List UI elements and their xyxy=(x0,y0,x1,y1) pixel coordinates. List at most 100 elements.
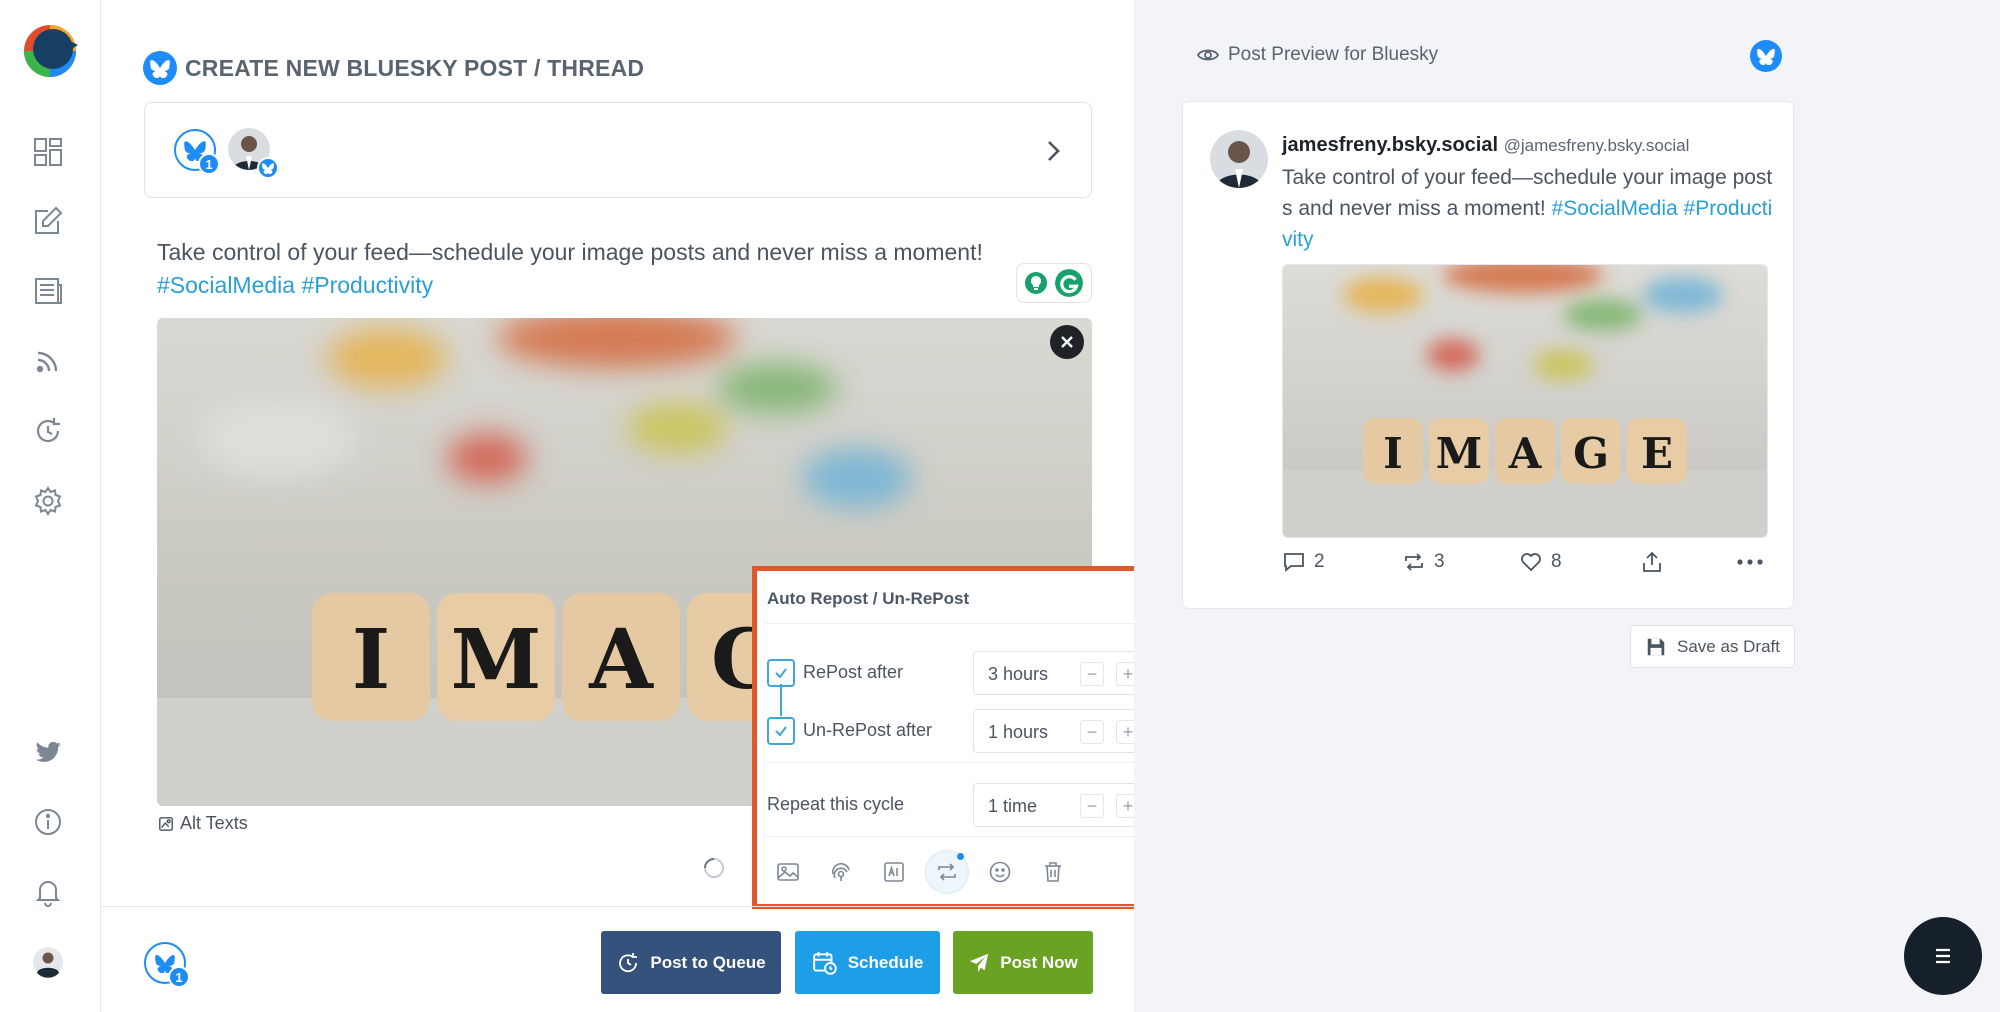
repost-after-row: RePost after 3 hours − + xyxy=(767,649,1163,695)
rss-icon[interactable] xyxy=(30,343,66,379)
repost-count: 3 xyxy=(1434,551,1445,572)
sidebar xyxy=(0,0,101,1012)
save-as-draft-button[interactable]: Save as Draft xyxy=(1630,625,1795,668)
post-to-queue-button[interactable]: Post to Queue xyxy=(601,931,781,994)
preview-header: Post Preview for Bluesky xyxy=(1196,43,1438,67)
repost-after-label: RePost after xyxy=(803,662,904,682)
bell-icon[interactable] xyxy=(30,874,66,910)
preview-text: Take control of your feed—schedule your … xyxy=(1282,162,1774,255)
svg-text:M: M xyxy=(451,612,542,708)
send-icon xyxy=(970,953,989,972)
preview-panel: Post Preview for Bluesky jamesfreny.bsky… xyxy=(1134,0,2000,1012)
posts-icon[interactable] xyxy=(30,273,66,309)
post-text-main: Take control of your feed—schedule your … xyxy=(157,239,983,265)
unrepost-after-label: Un-RePost after xyxy=(803,720,933,740)
settings-icon[interactable] xyxy=(30,483,66,519)
unrepost-after-value[interactable]: 1 hours xyxy=(988,722,1048,743)
auto-repost-title: Auto Repost / Un-RePost xyxy=(767,589,970,608)
repost-after-value[interactable]: 3 hours xyxy=(988,664,1048,685)
unrepost-after-stepper[interactable]: 1 hours − + xyxy=(973,709,1157,753)
eye-icon xyxy=(1196,49,1220,61)
preview-author: jamesfreny.bsky.social @jamesfreny.bsky.… xyxy=(1282,134,1689,157)
more-action[interactable] xyxy=(1736,550,1764,574)
repeat-cycle-value[interactable]: 1 time xyxy=(988,796,1037,817)
share-action[interactable] xyxy=(1640,550,1664,574)
preview-title: Post Preview for Bluesky xyxy=(1228,44,1439,65)
emoji-icon[interactable] xyxy=(973,847,1026,897)
page-title: CREATE NEW BLUESKY POST / THREAD xyxy=(185,54,645,81)
reply-action[interactable]: 2 xyxy=(1282,550,1325,574)
bluesky-badge-icon xyxy=(257,157,279,179)
reply-icon xyxy=(1284,553,1304,572)
user-avatar[interactable] xyxy=(30,944,66,980)
unrepost-after-checkbox[interactable] xyxy=(767,717,795,745)
alt-texts-label: Alt Texts xyxy=(180,813,248,833)
queue-icon xyxy=(619,952,638,972)
footer-divider xyxy=(101,906,1134,907)
svg-text:A: A xyxy=(1508,429,1543,478)
compose-icon[interactable] xyxy=(30,203,66,239)
remove-image-button[interactable] xyxy=(1050,325,1084,359)
repeat-cycle-stepper[interactable]: 1 time − + xyxy=(973,783,1157,827)
floppy-icon xyxy=(1647,638,1665,655)
composer-toolbar-highlighted xyxy=(761,847,1079,897)
writing-assistant[interactable] xyxy=(1016,263,1092,303)
app-logo[interactable] xyxy=(18,19,78,83)
post-text-editor[interactable]: Take control of your feed—schedule your … xyxy=(157,236,1037,302)
chevron-right-icon[interactable] xyxy=(1039,137,1067,165)
repeat-cycle-label: Repeat this cycle xyxy=(767,794,905,814)
lightbulb-icon xyxy=(1025,272,1047,294)
repost-action[interactable]: 3 xyxy=(1402,550,1445,574)
share-icon xyxy=(1643,551,1661,572)
post-now-button[interactable]: Post Now xyxy=(953,931,1093,994)
svg-text:E: E xyxy=(1641,429,1673,478)
svg-text:M: M xyxy=(1436,429,1483,478)
reply-count: 2 xyxy=(1314,551,1325,572)
svg-text:I: I xyxy=(352,612,390,708)
decrement-button[interactable]: − xyxy=(1080,720,1104,744)
selected-count-badge: 1 xyxy=(198,153,220,175)
repost-icon xyxy=(1405,553,1423,571)
ai-text-icon[interactable] xyxy=(867,847,920,897)
post-now-label: Post Now xyxy=(1000,952,1078,972)
preview-card: jamesfreny.bsky.social @jamesfreny.bsky.… xyxy=(1182,101,1794,609)
trash-icon[interactable] xyxy=(1026,847,1079,897)
preview-handle: @jamesfreny.bsky.social xyxy=(1503,136,1690,155)
calendar-clock-icon xyxy=(812,951,837,975)
like-action[interactable]: 8 xyxy=(1519,550,1562,574)
composer-header: CREATE NEW BLUESKY POST / THREAD xyxy=(143,50,644,86)
decrement-button[interactable]: − xyxy=(1080,794,1104,818)
hamburger-icon xyxy=(1936,948,1950,964)
more-icon xyxy=(1737,559,1763,565)
repost-icon[interactable] xyxy=(920,847,973,897)
recycle-icon[interactable] xyxy=(30,413,66,449)
dashboard-icon[interactable] xyxy=(30,134,66,170)
preview-image: I M A G E xyxy=(1282,264,1768,538)
bluesky-account-toggle[interactable]: 1 xyxy=(174,129,220,175)
post-to-queue-label: Post to Queue xyxy=(650,952,766,972)
divider xyxy=(765,623,1163,624)
save-as-draft-label: Save as Draft xyxy=(1677,636,1780,656)
auto-repost-panel: Auto Repost / Un-RePost RePost after 3 h… xyxy=(752,566,1175,909)
bluesky-icon xyxy=(1750,40,1782,72)
info-icon[interactable] xyxy=(30,804,66,840)
bluesky-icon xyxy=(143,51,177,85)
selected-count-badge: 1 xyxy=(168,966,190,988)
account-selector[interactable]: 1 xyxy=(144,102,1092,198)
twitter-icon[interactable] xyxy=(30,734,66,770)
svg-text:I: I xyxy=(1383,429,1403,478)
schedule-button[interactable]: Schedule xyxy=(795,931,940,994)
decrement-button[interactable]: − xyxy=(1080,662,1104,686)
avatar xyxy=(1210,130,1268,188)
menu-button[interactable] xyxy=(1904,917,1982,995)
preview-display-name: jamesfreny.bsky.social xyxy=(1282,134,1499,156)
like-count: 8 xyxy=(1551,551,1562,572)
svg-text:G: G xyxy=(1573,429,1609,478)
footer-bluesky-account[interactable]: 1 xyxy=(144,942,190,988)
ai-spark-icon[interactable] xyxy=(814,847,867,897)
alt-texts-link[interactable]: Alt Texts xyxy=(158,813,248,834)
repost-after-checkbox[interactable] xyxy=(767,659,795,687)
svg-text:A: A xyxy=(588,612,654,708)
repost-after-stepper[interactable]: 3 hours − + xyxy=(973,651,1157,695)
image-icon[interactable] xyxy=(761,847,814,897)
